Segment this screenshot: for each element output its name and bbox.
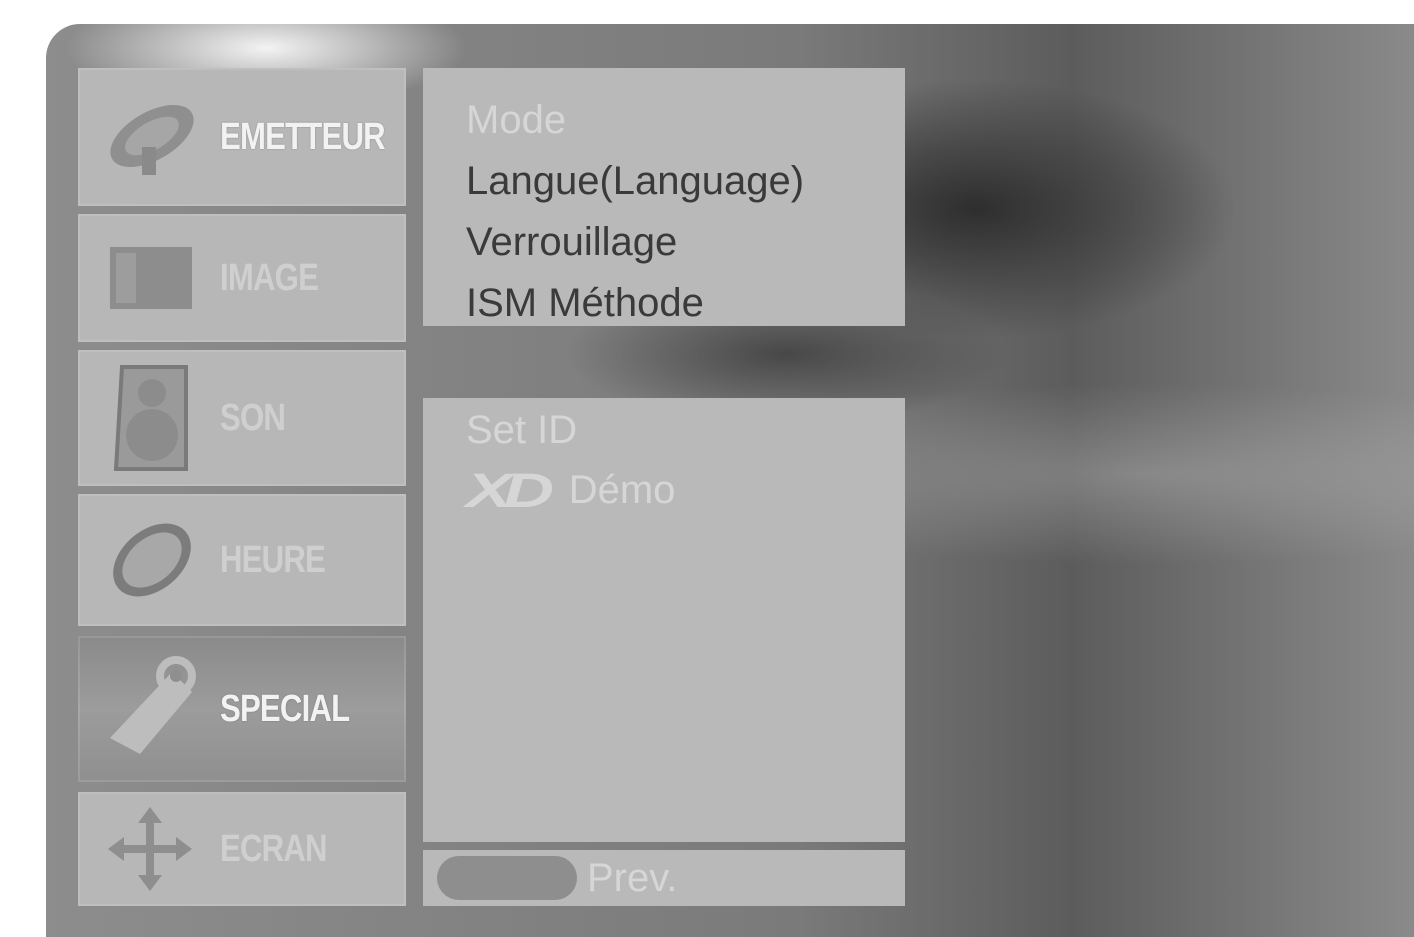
sidebar-item-label: HEURE xyxy=(220,538,326,581)
sidebar-item-emetteur[interactable]: EMETTEUR xyxy=(78,68,406,206)
picture-icon xyxy=(100,228,200,328)
demo-label: Démo xyxy=(568,468,676,512)
sidebar-item-son[interactable]: SON xyxy=(78,350,406,486)
tv-osd-screen: EMETTEUR IMAGE SON HEURE SPECIAL ECRAN M… xyxy=(46,24,1414,937)
key-tag-icon xyxy=(100,656,200,759)
menu-item-mode[interactable]: Mode xyxy=(466,98,566,143)
satellite-dish-icon xyxy=(100,87,200,187)
sidebar-item-special[interactable]: SPECIAL xyxy=(78,636,406,782)
xd-logo: XD xyxy=(466,465,554,518)
footer-bar: Prev. xyxy=(423,850,905,906)
move-arrows-icon xyxy=(100,799,200,899)
sidebar-item-label: SPECIAL xyxy=(220,687,350,730)
menu-item-set-id[interactable]: Set ID xyxy=(466,408,577,453)
prev-label: Prev. xyxy=(587,856,678,900)
sidebar-item-label: ECRAN xyxy=(220,827,328,870)
sidebar-item-image[interactable]: IMAGE xyxy=(78,214,406,342)
menu-item-ism-methode[interactable]: ISM Méthode xyxy=(466,281,704,326)
prev-button-pill[interactable] xyxy=(437,856,577,900)
sidebar-item-label: SON xyxy=(220,396,286,439)
submenu-panel-top: Mode Langue(Language) Verrouillage ISM M… xyxy=(423,68,905,326)
clock-icon xyxy=(100,510,200,610)
speaker-icon xyxy=(100,365,200,471)
sidebar-item-heure[interactable]: HEURE xyxy=(78,494,406,626)
menu-item-verrouillage[interactable]: Verrouillage xyxy=(466,220,677,265)
menu-item-langue[interactable]: Langue(Language) xyxy=(466,159,804,204)
sidebar-item-ecran[interactable]: ECRAN xyxy=(78,792,406,906)
sidebar-item-label: IMAGE xyxy=(220,256,319,299)
menu-item-xd-demo[interactable]: XD Démo xyxy=(466,464,675,519)
submenu-panel-bottom: Set ID XD Démo xyxy=(423,398,905,842)
sidebar-item-label: EMETTEUR xyxy=(220,115,386,158)
